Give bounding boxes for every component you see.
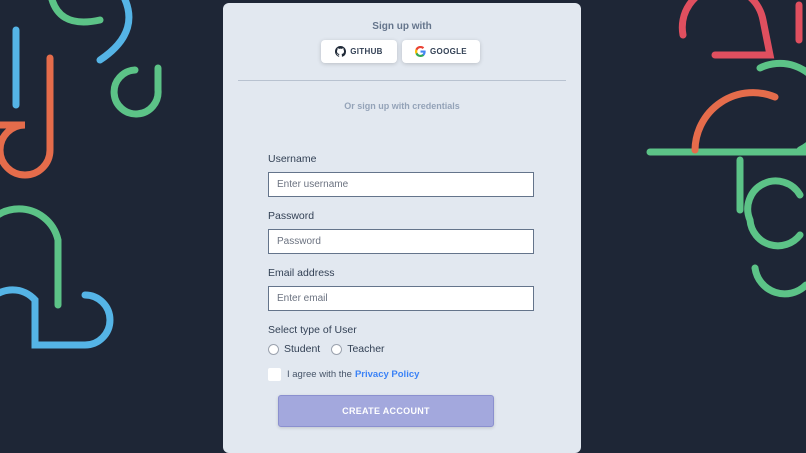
google-button[interactable]: GOOGLE <box>402 40 480 63</box>
signup-card: Sign up with GITHUB GOOGLE Or sign up wi… <box>223 3 581 453</box>
signup-with-heading: Sign up with <box>372 21 432 32</box>
green-arc-bottom-right <box>751 264 806 298</box>
username-label: Username <box>268 153 317 165</box>
password-label: Password <box>268 210 315 222</box>
blue-arc-top-left <box>96 0 133 64</box>
divider <box>238 80 566 81</box>
green-arc-top-left <box>48 0 104 26</box>
orange-arc-right <box>691 89 779 154</box>
agree-checkbox[interactable] <box>268 368 281 381</box>
green-hook-left <box>110 64 162 118</box>
email-input[interactable] <box>268 286 534 311</box>
radio-label-teacher: Teacher <box>347 343 385 355</box>
radio-student[interactable]: Student <box>268 343 320 355</box>
radio-circle-teacher[interactable] <box>331 343 343 355</box>
email-label: Email address <box>268 267 335 279</box>
user-type-radio-group: Student Teacher <box>268 343 396 355</box>
red-hook-right <box>678 0 775 59</box>
github-icon <box>335 46 347 57</box>
google-label: GOOGLE <box>430 47 467 56</box>
password-input[interactable] <box>268 229 534 254</box>
agree-text: I agree with the <box>287 369 352 380</box>
github-label: GITHUB <box>350 47 383 56</box>
agree-row: I agree with the Privacy Policy <box>268 368 419 381</box>
green-c-right <box>744 177 804 250</box>
radio-label-student: Student <box>284 343 321 355</box>
credentials-subheading: Or sign up with credentials <box>344 101 460 111</box>
github-button[interactable]: GITHUB <box>321 40 397 63</box>
user-type-label: Select type of User <box>268 324 357 336</box>
radio-circle-student[interactable] <box>268 343 279 355</box>
privacy-policy-link[interactable]: Privacy Policy <box>355 369 419 380</box>
google-icon <box>415 46 426 57</box>
username-input[interactable] <box>268 172 534 197</box>
orange-hook-left <box>0 54 54 179</box>
radio-teacher[interactable]: Teacher <box>331 343 385 355</box>
green-arc-right <box>756 59 806 154</box>
create-account-button[interactable]: CREATE ACCOUNT <box>278 395 494 427</box>
